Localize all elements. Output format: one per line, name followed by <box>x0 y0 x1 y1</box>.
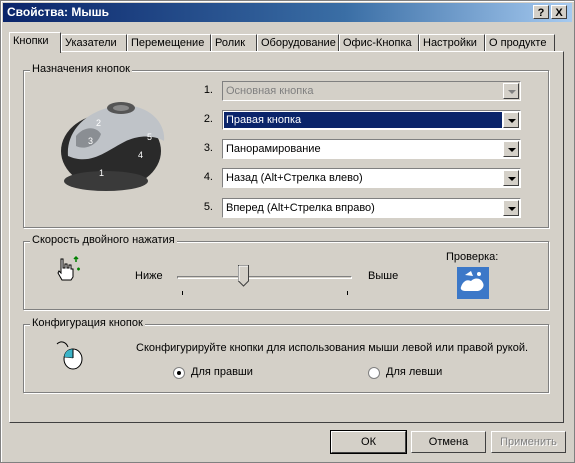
mouse-small-icon <box>56 341 83 370</box>
slider-tick-min <box>182 291 183 295</box>
chevron-down-icon[interactable] <box>503 170 519 186</box>
cancel-button[interactable]: Отмена <box>411 431 486 453</box>
right-handed-radio[interactable] <box>173 367 185 379</box>
button-1-dropdown[interactable]: Основная кнопка <box>222 81 521 101</box>
test-area-icon[interactable] <box>457 267 489 299</box>
tab-about[interactable]: О продукте <box>485 34 555 52</box>
hand-cursor-icon <box>57 255 80 281</box>
double-click-speed-track[interactable] <box>177 276 352 279</box>
mouse-properties-window: Свойства: Мышь ? X Кнопки Указатели Пере… <box>0 0 575 463</box>
mouse-label-4: 4 <box>138 150 143 160</box>
button-config-group: Конфигурация кнопок <box>23 317 549 393</box>
button-assignments-label: Назначения кнопок <box>30 63 132 75</box>
left-handed-label[interactable]: Для левши <box>386 366 442 378</box>
button-4-dropdown[interactable]: Назад (Alt+Стрелка влево) <box>222 168 521 188</box>
button-config-label: Конфигурация кнопок <box>30 317 145 329</box>
slider-tick-max <box>347 291 348 295</box>
tab-settings[interactable]: Настройки <box>419 34 485 52</box>
chevron-down-icon[interactable] <box>503 141 519 157</box>
mouse-label-3: 3 <box>88 136 93 146</box>
window-title: Свойства: Мышь <box>7 5 109 19</box>
chevron-down-icon[interactable] <box>503 200 519 216</box>
help-button[interactable]: ? <box>533 5 549 19</box>
button-2-dropdown[interactable]: Правая кнопка <box>222 110 521 130</box>
tab-motion[interactable]: Перемещение <box>127 34 211 52</box>
close-button[interactable]: X <box>551 5 567 19</box>
tab-pointers[interactable]: Указатели <box>61 34 127 52</box>
test-label: Проверка: <box>446 251 499 263</box>
ok-button[interactable]: ОК <box>330 430 407 454</box>
mouse-label-2: 2 <box>96 118 101 128</box>
tab-wheel[interactable]: Ролик <box>211 34 257 52</box>
button-4-value: Назад (Alt+Стрелка влево) <box>226 172 363 184</box>
left-handed-radio[interactable] <box>368 367 380 379</box>
tab-hardware[interactable]: Оборудование <box>257 34 339 52</box>
button-1-value: Основная кнопка <box>226 85 314 97</box>
fast-label: Выше <box>368 270 399 282</box>
mouse-image: 1 2 3 4 5 <box>61 102 165 191</box>
row-number-5: 5. <box>203 201 213 213</box>
button-3-value: Панорамирование <box>226 143 321 155</box>
row-number-1: 1. <box>203 84 213 96</box>
button-2-value: Правая кнопка <box>224 112 502 128</box>
chevron-down-icon[interactable] <box>503 112 519 128</box>
slow-label: Ниже <box>135 270 163 282</box>
row-number-2: 2. <box>203 113 213 125</box>
button-5-value: Вперед (Alt+Стрелка вправо) <box>226 202 375 214</box>
row-number-3: 3. <box>203 142 213 154</box>
row-number-4: 4. <box>203 171 213 183</box>
slider-thumb[interactable] <box>237 265 249 287</box>
tab-office-button[interactable]: Офис-Кнопка <box>339 34 419 52</box>
button-5-dropdown[interactable]: Вперед (Alt+Стрелка вправо) <box>222 198 521 218</box>
right-handed-label[interactable]: Для правши <box>191 366 253 378</box>
tab-buttons[interactable]: Кнопки <box>9 32 61 53</box>
double-click-speed-label: Скорость двойного нажатия <box>30 234 177 246</box>
chevron-down-icon[interactable] <box>503 83 519 99</box>
mouse-label-1: 1 <box>99 168 104 178</box>
config-description: Сконфигурируйте кнопки для использования… <box>136 342 529 354</box>
apply-button[interactable]: Применить <box>491 431 566 453</box>
title-bar[interactable]: Свойства: Мышь ? X <box>3 3 572 22</box>
mouse-label-5: 5 <box>147 132 152 142</box>
button-3-dropdown[interactable]: Панорамирование <box>222 139 521 159</box>
